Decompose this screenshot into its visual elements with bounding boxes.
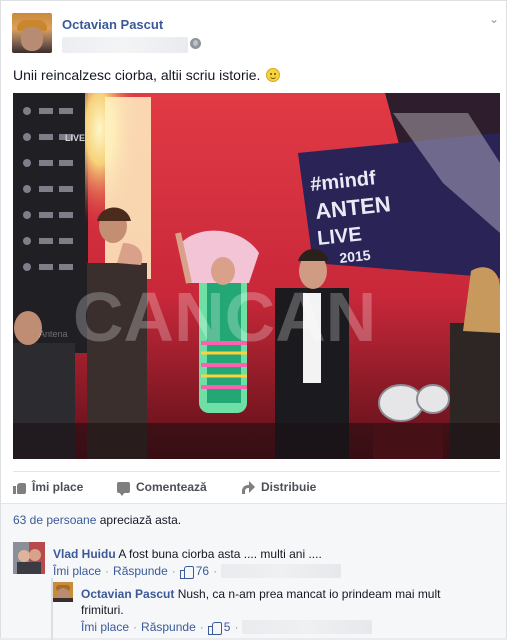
post-card: Octavian Pascut ⌄ Unii reincalzesc ciorb…	[0, 0, 507, 640]
reply-author-avatar[interactable]	[53, 582, 73, 602]
footer-separator: ·	[133, 620, 138, 634]
concert-photo-svg: LIVE #mindf ANTEN LIVE 2015 CANCAN Anten…	[13, 93, 500, 459]
footer-separator: ·	[105, 564, 110, 578]
footer-separator: ·	[199, 620, 204, 634]
svg-text:2015: 2015	[339, 247, 372, 266]
likes-count-link[interactable]: 63 de persoane	[13, 513, 96, 527]
photo-watermark: CANCAN	[73, 278, 376, 356]
author-avatar[interactable]	[12, 13, 52, 53]
comment-like-count[interactable]: 76	[196, 564, 209, 578]
svg-text:LIVE: LIVE	[316, 223, 363, 250]
commenter-avatar-image	[13, 542, 45, 574]
reply-author[interactable]: Octavian Pascut	[81, 587, 174, 601]
chevron-down-icon[interactable]: ⌄	[487, 13, 501, 25]
comment-like-link[interactable]: Îmi place	[53, 564, 101, 578]
post-photo[interactable]: LIVE #mindf ANTEN LIVE 2015 CANCAN Anten…	[13, 93, 500, 459]
reply-footer: Îmi place · Răspunde · 5 ·	[81, 620, 373, 635]
thumbs-up-icon	[179, 565, 194, 579]
comment-author[interactable]: Vlad Huidu	[53, 547, 116, 561]
avatar-face	[21, 27, 43, 51]
reply-like-count[interactable]: 5	[224, 620, 231, 634]
share-button-label: Distribuie	[261, 480, 317, 494]
reply-like-link[interactable]: Îmi place	[81, 620, 129, 634]
comment-body: A fost buna ciorba asta .... multi ani .…	[115, 547, 322, 561]
comment-footer: Îmi place · Răspunde · 76 ·	[53, 564, 342, 579]
comments-panel: 63 de persoane apreciază asta. Vlad Huid…	[1, 503, 506, 640]
post-status: Unii reincalzesc ciorba, altii scriu ist…	[13, 67, 281, 83]
likes-summary-suffix: apreciază asta.	[96, 513, 182, 527]
share-icon	[241, 481, 255, 494]
reply-timestamp-redacted	[242, 620, 373, 634]
share-button[interactable]: Distribuie	[241, 480, 316, 494]
smile-icon	[266, 68, 281, 82]
thumbs-up-icon	[207, 621, 222, 635]
footer-separator: ·	[234, 620, 239, 634]
comment-item: Vlad Huidu A fost buna ciorba asta .... …	[13, 542, 503, 582]
comment-reply-link[interactable]: Răspunde	[113, 564, 168, 578]
comment-button-label: Comentează	[136, 480, 207, 494]
comment-button[interactable]: Comentează	[117, 480, 207, 496]
commenter-avatar[interactable]	[13, 542, 45, 574]
likes-summary: 63 de persoane apreciază asta.	[13, 513, 181, 527]
reply-text: Octavian Pascut Nush, ca n-am prea manca…	[81, 586, 481, 618]
brand-mark: Antena	[39, 329, 68, 339]
like-button[interactable]: Îmi place	[13, 480, 83, 494]
post-author-name[interactable]: Octavian Pascut	[62, 17, 163, 32]
reply-item: Octavian Pascut Nush, ca n-am prea manca…	[53, 582, 493, 640]
like-button-label: Îmi place	[32, 480, 84, 494]
post-status-text: Unii reincalzesc ciorba, altii scriu ist…	[13, 67, 261, 83]
reply-avatar-image	[53, 582, 73, 602]
footer-separator: ·	[213, 564, 218, 578]
comment-text: Vlad Huidu A fost buna ciorba asta .... …	[53, 546, 493, 562]
backdrop-live-logo: LIVE	[65, 133, 85, 143]
reply-reply-link[interactable]: Răspunde	[141, 620, 196, 634]
globe-icon[interactable]	[190, 38, 201, 49]
comment-timestamp-redacted	[221, 564, 342, 578]
footer-separator: ·	[171, 564, 176, 578]
thumbs-up-icon	[13, 481, 26, 494]
post-actions-bar: Îmi place Comentează Distribuie	[13, 471, 500, 501]
post-timestamp-redacted	[62, 37, 188, 53]
comment-icon	[117, 481, 130, 496]
